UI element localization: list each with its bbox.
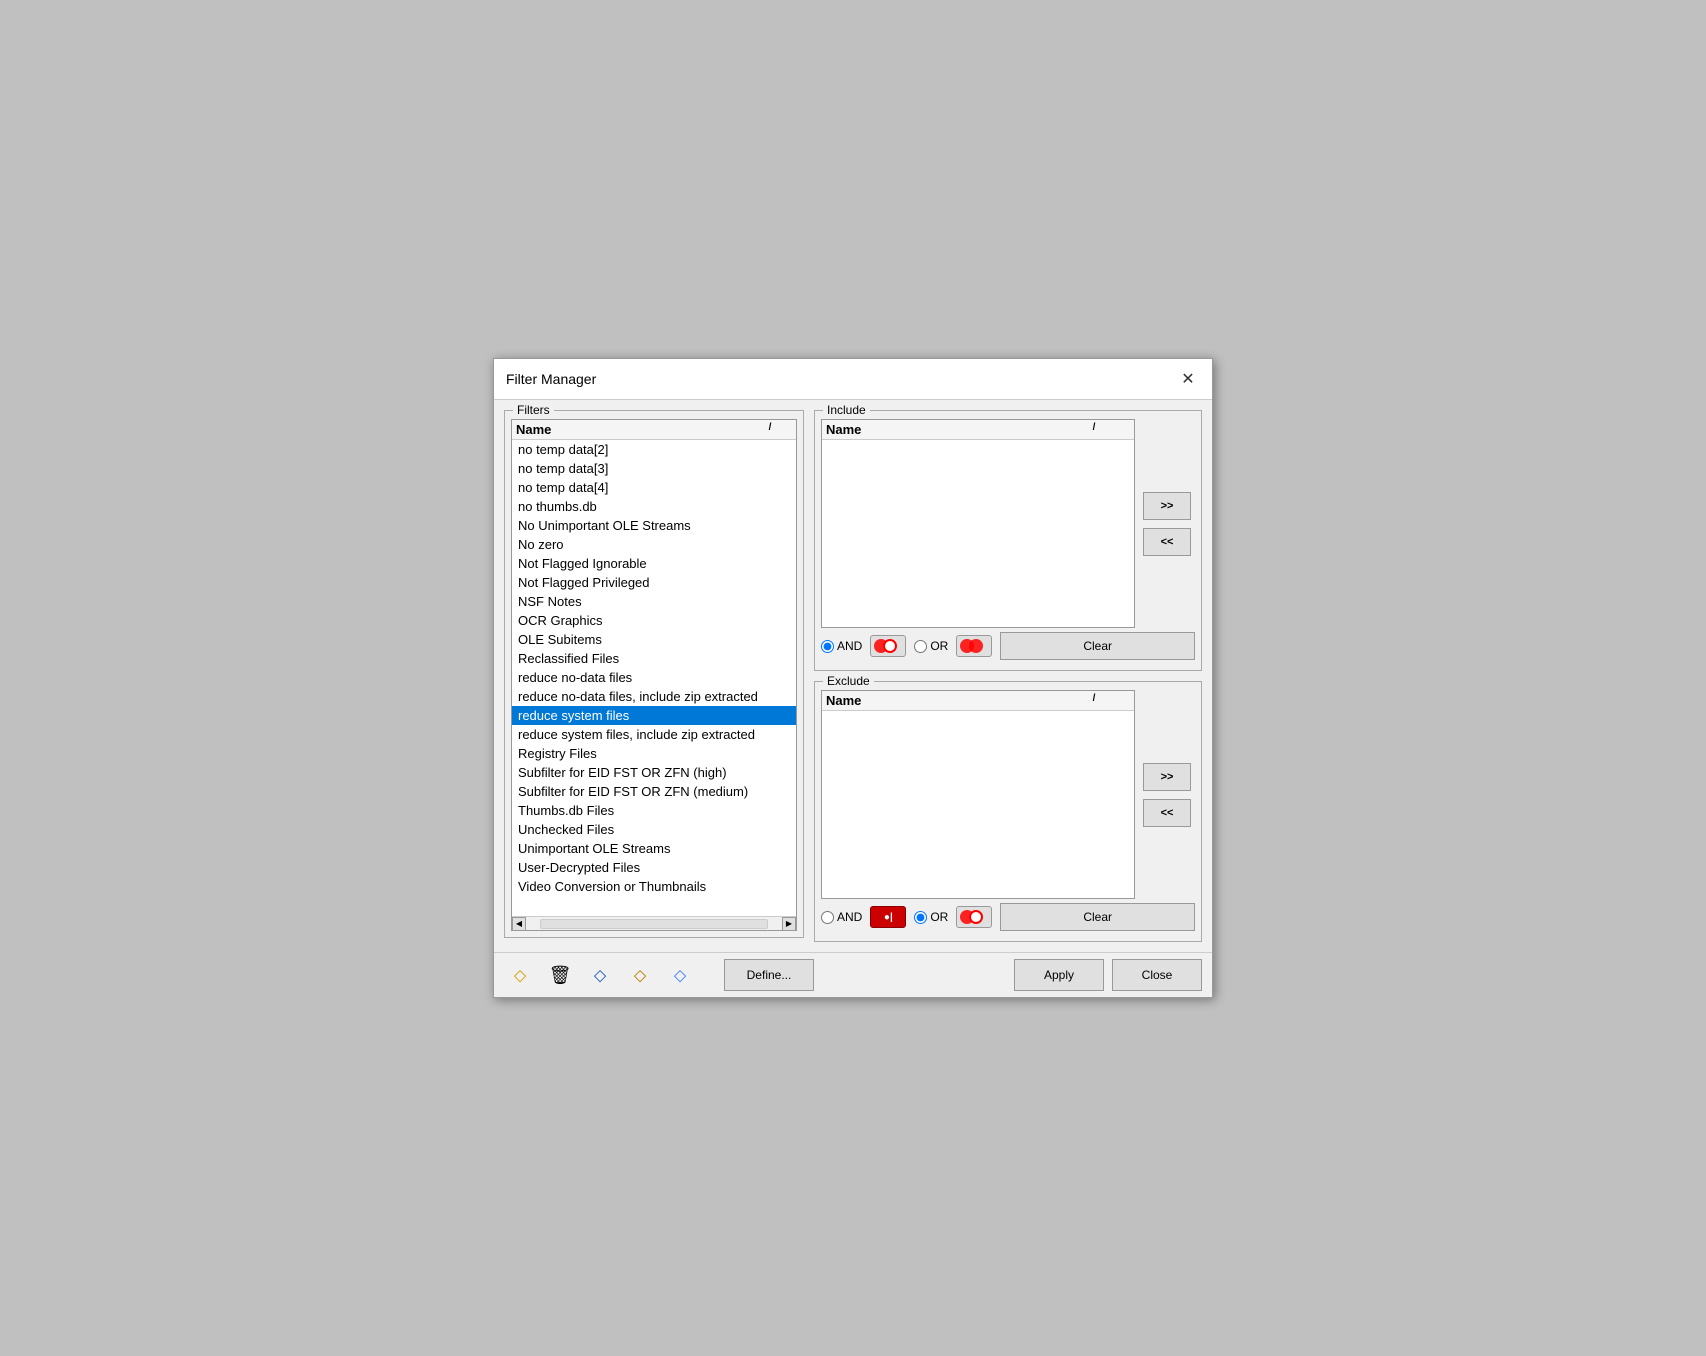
remove-from-exclude-button[interactable]: << [1143, 799, 1191, 827]
delete-filter-button[interactable]: 🗑 [544, 959, 576, 991]
exclude-and-radio[interactable] [821, 911, 834, 924]
filter-manager-dialog: Filter Manager ✕ Filters Name / no temp … [493, 358, 1213, 998]
apply-button[interactable]: Apply [1014, 959, 1104, 991]
include-and-label: AND [837, 639, 862, 653]
filter-list-item[interactable]: no temp data[4] [512, 478, 796, 497]
filter-list-item[interactable]: no temp data[2] [512, 440, 796, 459]
filter-list-item[interactable]: User-Decrypted Files [512, 858, 796, 877]
filter-list-item[interactable]: reduce no-data files [512, 668, 796, 687]
include-list-scroll[interactable] [822, 440, 1134, 627]
exclude-group-label: Exclude [823, 674, 874, 688]
add-to-include-button[interactable]: >> [1143, 492, 1191, 520]
filters-header-name: Name [516, 422, 764, 437]
filter-list-item[interactable]: OLE Subitems [512, 630, 796, 649]
include-list-container: Name / [821, 419, 1135, 628]
define-button[interactable]: Define... [724, 959, 814, 991]
left-panel: Filters Name / no temp data[2]no temp da… [504, 410, 804, 942]
bottom-bar: ⬦ 🗑 ⬦ ⬦ ⬦ Define... Apply Close [494, 952, 1212, 997]
filter-list-item[interactable]: Subfilter for EID FST OR ZFN (high) [512, 763, 796, 782]
include-or-icon[interactable] [956, 635, 992, 657]
filter-list-item[interactable]: no thumbs.db [512, 497, 796, 516]
exclude-and-label: AND [837, 910, 862, 924]
trash-icon: 🗑 [549, 965, 572, 986]
filter-list-item[interactable]: Thumbs.db Files [512, 801, 796, 820]
remove-from-include-button[interactable]: << [1143, 528, 1191, 556]
include-header-name: Name [826, 422, 1088, 437]
horiz-scroll-left[interactable]: ◀ [512, 917, 526, 931]
toolbar-icons: ⬦ 🗑 ⬦ ⬦ ⬦ Define... [504, 959, 1006, 991]
filters-header-sort: / [764, 422, 776, 437]
title-bar: Filter Manager ✕ [494, 359, 1212, 400]
filter-list-item[interactable]: Not Flagged Ignorable [512, 554, 796, 573]
filter-list-item[interactable]: No Unimportant OLE Streams [512, 516, 796, 535]
include-or-label: OR [930, 639, 948, 653]
horiz-scroll-track[interactable] [540, 919, 768, 929]
exclude-content: Name / >> << [821, 690, 1195, 899]
exclude-and-radio-label[interactable]: AND [821, 910, 862, 924]
filters-list-scroll[interactable]: no temp data[2]no temp data[3]no temp da… [512, 440, 796, 916]
filter-list-item[interactable]: NSF Notes [512, 592, 796, 611]
exclude-clear-button[interactable]: Clear [1000, 903, 1195, 931]
exclude-list-container: Name / [821, 690, 1135, 899]
horiz-scroll-right[interactable]: ▶ [782, 917, 796, 931]
filter-blue2-button[interactable]: ⬦ [664, 959, 696, 991]
filter-list-item[interactable]: reduce no-data files, include zip extrac… [512, 687, 796, 706]
include-and-radio-label[interactable]: AND [821, 639, 862, 653]
filter-gold-icon: ⬦ [634, 965, 647, 986]
filter-list-item[interactable]: Not Flagged Privileged [512, 573, 796, 592]
filter-yellow-button[interactable]: ⬦ [504, 959, 536, 991]
include-or-radio[interactable] [914, 640, 927, 653]
filter-blue2-icon: ⬦ [674, 965, 687, 986]
dialog-title: Filter Manager [506, 371, 596, 387]
exclude-header-sort: / [1088, 693, 1100, 708]
exclude-and-icon[interactable]: ●| [870, 906, 906, 928]
include-or-radio-label[interactable]: OR [914, 639, 948, 653]
include-group-label: Include [823, 403, 870, 417]
close-button[interactable]: ✕ [1176, 367, 1200, 391]
include-frame: Include Name / >> [814, 410, 1202, 671]
filters-list-header: Name / [512, 420, 796, 440]
exclude-or-label: OR [930, 910, 948, 924]
exclude-list-scroll[interactable] [822, 711, 1134, 898]
filter-list-item[interactable]: Reclassified Files [512, 649, 796, 668]
exclude-header-name: Name [826, 693, 1088, 708]
include-and-icon[interactable] [870, 635, 906, 657]
exclude-frame: Exclude Name / >> [814, 681, 1202, 942]
filter-list-item[interactable]: Video Conversion or Thumbnails [512, 877, 796, 896]
exclude-or-radio-label[interactable]: OR [914, 910, 948, 924]
right-panel: Include Name / >> [814, 410, 1202, 942]
filter-list-item[interactable]: reduce system files [512, 706, 796, 725]
dialog-body: Filters Name / no temp data[2]no temp da… [494, 400, 1212, 952]
filter-blue-button[interactable]: ⬦ [584, 959, 616, 991]
include-and-radio[interactable] [821, 640, 834, 653]
include-header-sort: / [1088, 422, 1100, 437]
filters-list-container: Name / no temp data[2]no temp data[3]no … [511, 419, 797, 931]
filter-list-item[interactable]: Registry Files [512, 744, 796, 763]
filters-horiz-scrollbar[interactable]: ◀ ▶ [512, 916, 796, 930]
filter-list-item[interactable]: Unchecked Files [512, 820, 796, 839]
include-content: Name / >> << [821, 419, 1195, 628]
close-dialog-button[interactable]: Close [1112, 959, 1202, 991]
filter-list-item[interactable]: reduce system files, include zip extract… [512, 725, 796, 744]
filter-list-item[interactable]: OCR Graphics [512, 611, 796, 630]
include-logic-bar: AND OR [821, 628, 1195, 664]
exclude-logic-bar: AND ●| OR [821, 899, 1195, 935]
exclude-transfer-buttons: >> << [1139, 690, 1195, 899]
filter-list-item[interactable]: Subfilter for EID FST OR ZFN (medium) [512, 782, 796, 801]
filter-list-item[interactable]: Unimportant OLE Streams [512, 839, 796, 858]
filter-gold-button[interactable]: ⬦ [624, 959, 656, 991]
include-clear-button[interactable]: Clear [1000, 632, 1195, 660]
filter-list-item[interactable]: No zero [512, 535, 796, 554]
include-transfer-buttons: >> << [1139, 419, 1195, 628]
exclude-or-icon[interactable] [956, 906, 992, 928]
exclude-or-radio[interactable] [914, 911, 927, 924]
filter-blue-icon: ⬦ [594, 965, 607, 986]
include-list-header: Name / [822, 420, 1134, 440]
filters-group-label: Filters [513, 403, 554, 417]
add-to-exclude-button[interactable]: >> [1143, 763, 1191, 791]
filter-yellow-icon: ⬦ [514, 965, 527, 986]
exclude-list-header: Name / [822, 691, 1134, 711]
filters-frame: Filters Name / no temp data[2]no temp da… [504, 410, 804, 938]
filter-list-item[interactable]: no temp data[3] [512, 459, 796, 478]
